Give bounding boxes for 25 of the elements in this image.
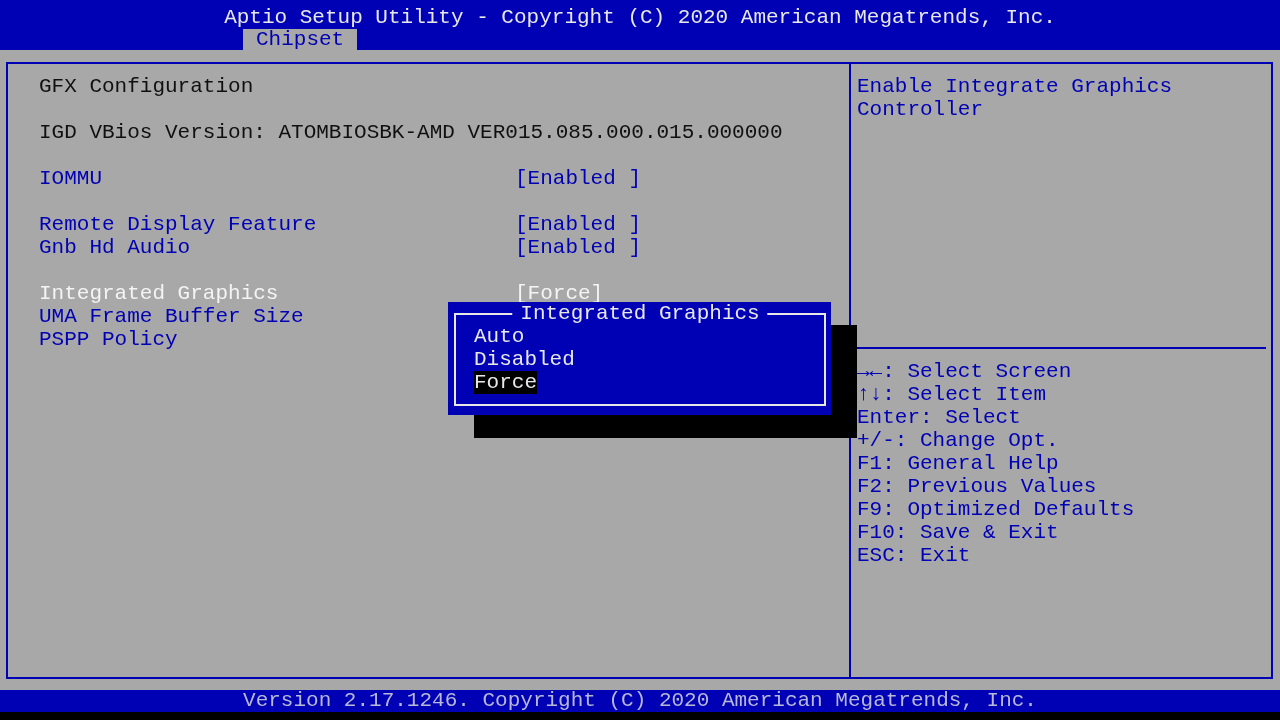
tab[interactable]: Chipset bbox=[243, 29, 358, 50]
setting-label[interactable]: IOMMU bbox=[39, 167, 515, 190]
key-hint: ESC: Exit bbox=[857, 544, 972, 567]
popup-option[interactable]: Auto bbox=[474, 325, 525, 348]
popup-option[interactable]: Disabled bbox=[474, 348, 575, 371]
key-hint: F1: General Help bbox=[857, 452, 1060, 475]
popup-title: Integrated Graphics bbox=[512, 302, 768, 325]
key-hint: F10: Save & Exit bbox=[857, 521, 1060, 544]
key-hint: F9: Optimized Defaults bbox=[857, 498, 1136, 521]
key-hint: →←: Select Screen bbox=[857, 360, 1073, 383]
version-text: Version 2.17.1246. Copyright (C) 2020 American Megatrends, Inc. bbox=[243, 690, 1037, 712]
setting-value[interactable]: [Enabled ] bbox=[515, 213, 642, 236]
info-text: IGD VBios Version: ATOMBIOSBK-AMD VER015.085.000.015.000000 bbox=[39, 121, 783, 144]
setting-label[interactable]: Gnb Hd Audio bbox=[39, 236, 515, 259]
setting-value[interactable]: [Enabled ] bbox=[515, 167, 642, 190]
help-text: Enable Integrate Graphics Controller bbox=[857, 75, 1174, 123]
key-hint: F2: Previous Values bbox=[857, 475, 1098, 498]
info-text: GFX Configuration bbox=[39, 75, 254, 98]
window-title: Aptio Setup Utility - Copyright (C) 2020 American Megatrends, Inc. bbox=[224, 5, 1056, 29]
key-hint: Enter: Select bbox=[857, 406, 1022, 429]
key-hint: ↑↓: Select Item bbox=[857, 383, 1048, 406]
setting-label[interactable]: Remote Display Feature bbox=[39, 213, 515, 236]
popup-option[interactable]: Force bbox=[474, 371, 537, 394]
key-hint: +/-: Change Opt. bbox=[857, 429, 1060, 452]
setting-value[interactable]: [Enabled ] bbox=[515, 236, 642, 259]
